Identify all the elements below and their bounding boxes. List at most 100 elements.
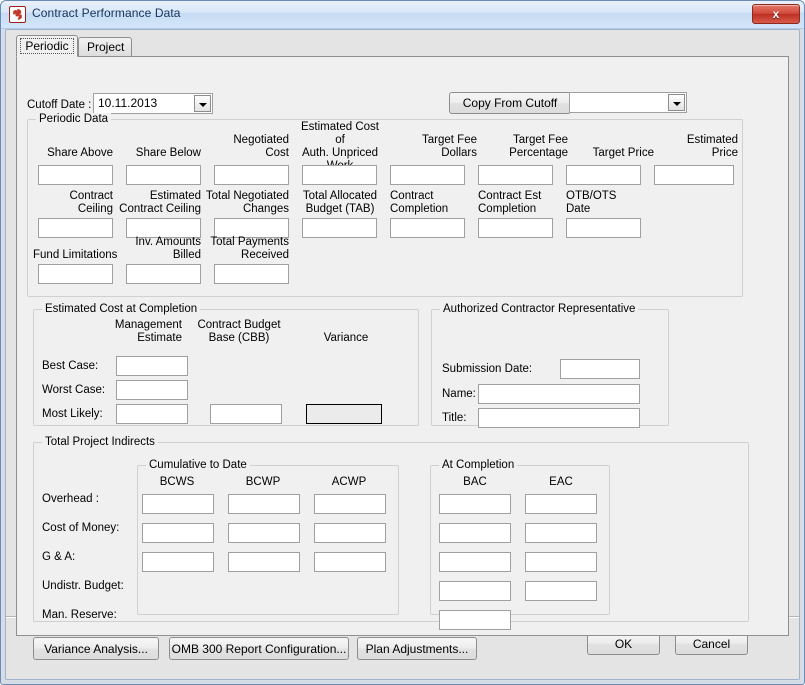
g-and-a-bcws-input[interactable] (142, 552, 214, 572)
overhead-bcws-input[interactable] (142, 494, 214, 514)
app-pinwheel-icon (9, 6, 26, 23)
share-below-label: Share Below (135, 147, 201, 159)
title-input[interactable] (478, 408, 640, 428)
total-allocated-budget-input[interactable] (302, 218, 377, 238)
chevron-down-icon[interactable] (194, 95, 211, 112)
at-completion-group: At Completion BAC EAC (430, 459, 610, 630)
total-negotiated-changes-input[interactable] (214, 218, 289, 238)
g-and-a-bcwp-input[interactable] (228, 552, 300, 572)
periodic-data-group: Periodic Data Share Above Share Below Ne… (27, 113, 743, 297)
total-allocated-budget-label: Total Allocated Budget (TAB) (302, 190, 378, 215)
name-input[interactable] (478, 384, 640, 404)
estimated-cost-at-completion-title: Estimated Cost at Completion (42, 303, 201, 315)
contract-ceiling-input[interactable] (38, 218, 113, 238)
cost-of-money-bcws-input[interactable] (142, 523, 214, 543)
target-price-label: Target Price (592, 147, 654, 159)
omb-300-report-configuration-label: OMB 300 Report Configuration... (171, 642, 347, 656)
undistr-budget-bac-input[interactable] (439, 581, 511, 601)
estimated-price-input[interactable] (654, 165, 734, 185)
estimated-contract-ceiling-input[interactable] (126, 218, 201, 238)
inv-amounts-billed-input[interactable] (126, 264, 201, 284)
submission-date-label: Submission Date: (442, 363, 533, 375)
cutoff-date-combo[interactable]: 10.11.2013 (93, 93, 213, 114)
target-fee-percentage-input[interactable] (478, 165, 553, 185)
overhead-acwp-input[interactable] (314, 494, 386, 514)
periodic-tab-page: Cutoff Date : 10.11.2013 Copy From Cutof… (16, 56, 789, 660)
cost-of-money-bac-input[interactable] (439, 523, 511, 543)
contract-est-completion-label: Contract Est Completion (478, 190, 542, 215)
g-and-a-label: G & A: (42, 551, 76, 563)
worst-case-label: Worst Case: (42, 384, 106, 396)
est-cost-auth-unpriced-work-input[interactable] (302, 165, 377, 185)
plan-adjustments-button[interactable]: Plan Adjustments... (357, 637, 477, 660)
chevron-down-icon-2[interactable] (668, 94, 685, 111)
total-payments-received-label: Total Payments Received (210, 236, 289, 261)
best-case-label: Best Case: (42, 360, 99, 372)
tab-periodic[interactable]: Periodic (16, 35, 78, 57)
cost-of-money-label: Cost of Money: (42, 522, 120, 534)
total-payments-received-input[interactable] (214, 264, 289, 284)
cost-of-money-bcwp-input[interactable] (228, 523, 300, 543)
cutoff-date-value: 10.11.2013 (98, 96, 158, 110)
tab-project[interactable]: Project (78, 37, 132, 57)
copy-from-cutoff-button[interactable]: Copy From Cutoff (449, 92, 571, 114)
target-fee-dollars-label: Target Fee Dollars (422, 134, 477, 159)
g-and-a-acwp-input[interactable] (314, 552, 386, 572)
window-client-area: Periodic Project Cutoff Date : 10.11.201… (5, 29, 800, 680)
window-title: Contract Performance Data (32, 6, 181, 20)
cumulative-to-date-group: Cumulative to Date BCWS BCWP ACWP (137, 459, 399, 615)
cost-of-money-eac-input[interactable] (525, 523, 597, 543)
worst-case-management-estimate-input[interactable] (116, 380, 188, 400)
cutoff-source-combo[interactable] (569, 92, 687, 113)
target-price-input[interactable] (566, 165, 641, 185)
total-project-indirects-group: Total Project Indirects Overhead : Cost … (33, 436, 749, 630)
close-icon[interactable]: x (752, 4, 800, 24)
man-reserve-label: Man. Reserve: (42, 609, 117, 621)
undistr-budget-eac-input[interactable] (525, 581, 597, 601)
fund-limitations-input[interactable] (38, 264, 113, 284)
submission-date-input[interactable] (560, 359, 640, 379)
overhead-eac-input[interactable] (525, 494, 597, 514)
contract-est-completion-input[interactable] (478, 218, 553, 238)
otb-ots-date-input[interactable] (566, 218, 641, 238)
most-likely-variance-output (306, 404, 382, 424)
target-fee-dollars-input[interactable] (390, 165, 465, 185)
variance-analysis-button[interactable]: Variance Analysis... (33, 637, 159, 660)
share-above-input[interactable] (38, 165, 113, 185)
omb-300-report-configuration-button[interactable]: OMB 300 Report Configuration... (169, 637, 349, 660)
plan-adjustments-label: Plan Adjustments... (365, 642, 469, 656)
most-likely-management-estimate-input[interactable] (116, 404, 188, 424)
bac-column-header: BAC (463, 476, 487, 488)
overhead-bac-input[interactable] (439, 494, 511, 514)
share-above-label: Share Above (47, 147, 113, 159)
best-case-management-estimate-input[interactable] (116, 356, 188, 376)
estimated-price-label: Estimated Price (686, 134, 738, 159)
cost-of-money-acwp-input[interactable] (314, 523, 386, 543)
eac-column-header: EAC (549, 476, 573, 488)
fund-limitations-label: Fund Limitations (33, 249, 118, 261)
estimated-contract-ceiling-label: Estimated Contract Ceiling (119, 190, 201, 215)
target-fee-percentage-label: Target Fee Percentage (509, 134, 568, 159)
negotiated-cost-input[interactable] (214, 165, 289, 185)
man-reserve-bac-input[interactable] (439, 610, 511, 630)
tab-project-label: Project (87, 40, 125, 54)
most-likely-label: Most Likely: (42, 408, 103, 420)
cumulative-to-date-title: Cumulative to Date (146, 459, 250, 471)
overhead-bcwp-input[interactable] (228, 494, 300, 514)
copy-from-cutoff-label: Copy From Cutoff (462, 96, 558, 110)
g-and-a-eac-input[interactable] (525, 552, 597, 572)
management-estimate-column-header: Management Estimate (114, 319, 182, 344)
contract-completion-input[interactable] (390, 218, 465, 238)
authorized-contractor-representative-title: Authorized Contractor Representative (440, 303, 639, 315)
estimated-cost-at-completion-group: Estimated Cost at Completion Management … (33, 303, 419, 426)
most-likely-cbb-input[interactable] (210, 404, 282, 424)
cancel-label: Cancel (692, 637, 731, 651)
g-and-a-bac-input[interactable] (439, 552, 511, 572)
variance-column-header: Variance (323, 332, 369, 344)
bcwp-column-header: BCWP (245, 476, 281, 488)
share-below-input[interactable] (126, 165, 201, 185)
tab-periodic-label: Periodic (20, 38, 74, 54)
ok-label: OK (614, 637, 633, 651)
variance-analysis-label: Variance Analysis... (44, 642, 148, 656)
title-bar[interactable]: Contract Performance Data x (1, 1, 804, 29)
